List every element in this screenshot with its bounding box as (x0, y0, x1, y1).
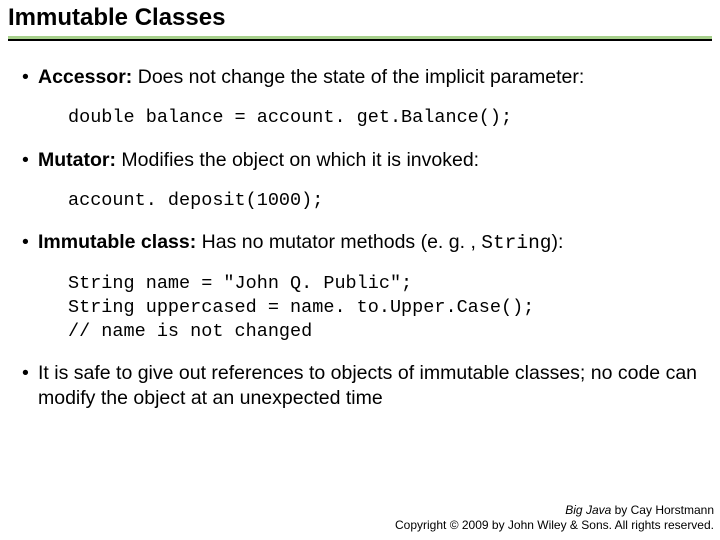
immutable-text-b: ): (552, 231, 564, 253)
bullet-text: Accessor: Does not change the state of t… (38, 65, 698, 90)
code-accessor: double balance = account. get.Balance(); (22, 96, 698, 148)
bullet-dot: • (22, 148, 38, 173)
slide: Immutable Classes • Accessor: Does not c… (0, 0, 720, 540)
mutator-label: Mutator: (38, 149, 116, 171)
bullet-dot: • (22, 230, 38, 256)
bullet-text: Immutable class: Has no mutator methods … (38, 230, 698, 256)
bullet-accessor: • Accessor: Does not change the state of… (22, 65, 698, 90)
code-immutable: String name = "John Q. Public"; String u… (22, 262, 698, 361)
accessor-label: Accessor: (38, 66, 132, 88)
footer: Big Java by Cay Horstmann Copyright © 20… (395, 503, 714, 534)
safe-text: It is safe to give out references to obj… (38, 361, 698, 411)
bullet-safe: • It is safe to give out references to o… (22, 361, 698, 411)
bullet-immutable: • Immutable class: Has no mutator method… (22, 230, 698, 256)
book-author: by Cay Horstmann (611, 503, 714, 517)
accessor-text: Does not change the state of the implici… (132, 66, 584, 88)
mutator-text: Modifies the object on which it is invok… (116, 149, 479, 171)
bullet-dot: • (22, 361, 38, 411)
book-title: Big Java (565, 503, 611, 517)
bullet-text: Mutator: Modifies the object on which it… (38, 148, 698, 173)
code-mutator: account. deposit(1000); (22, 179, 698, 231)
footer-copyright: Copyright © 2009 by John Wiley & Sons. A… (395, 518, 714, 534)
bullet-dot: • (22, 65, 38, 90)
immutable-text-a: Has no mutator methods (e. g. , (196, 231, 481, 253)
slide-title: Immutable Classes (8, 4, 712, 34)
title-block: Immutable Classes (0, 0, 720, 41)
immutable-inline-code: String (481, 232, 551, 254)
footer-line1: Big Java by Cay Horstmann (395, 503, 714, 519)
slide-content: • Accessor: Does not change the state of… (0, 41, 720, 411)
bullet-mutator: • Mutator: Modifies the object on which … (22, 148, 698, 173)
immutable-label: Immutable class: (38, 231, 196, 253)
